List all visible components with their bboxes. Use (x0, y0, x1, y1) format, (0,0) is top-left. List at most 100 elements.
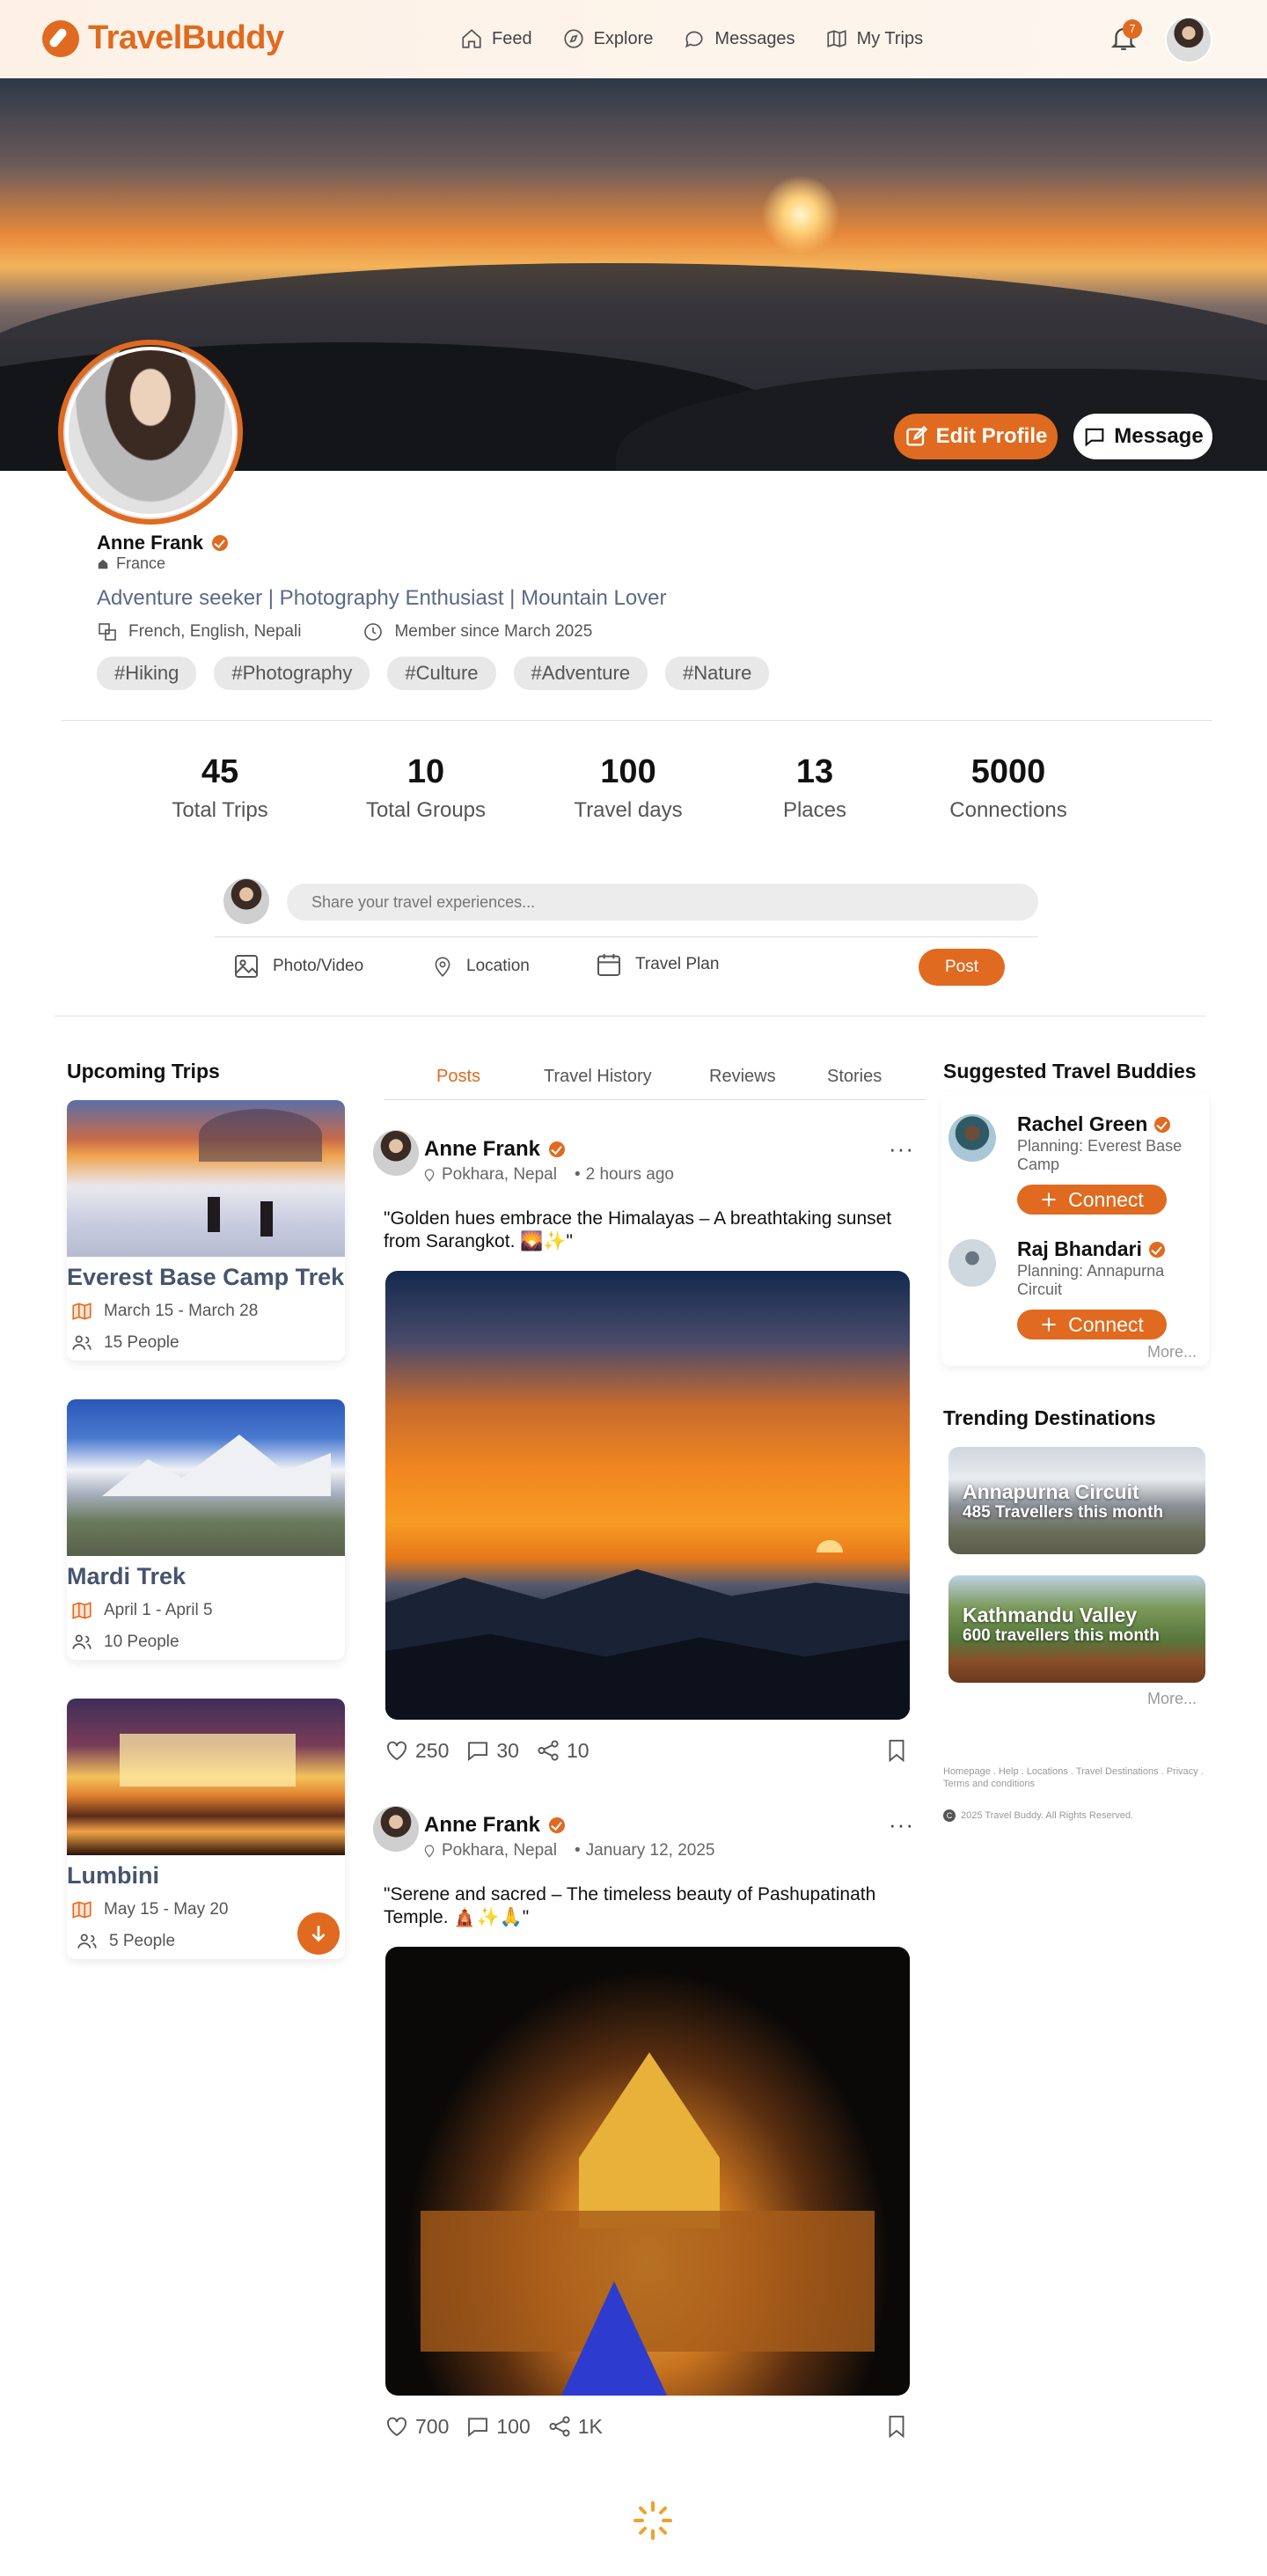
chat-icon (685, 31, 703, 48)
feed-tabs: Posts Travel History Reviews Stories (384, 1061, 926, 1100)
post-author[interactable]: Anne Frank (424, 1813, 566, 1838)
trip-card[interactable]: Everest Base Camp Trek March 15 - March … (67, 1100, 345, 1361)
interest-tags: #Hiking #Photography #Culture #Adventure… (97, 657, 770, 690)
verified-icon (1148, 1241, 1165, 1258)
interest-tag[interactable]: #Hiking (97, 657, 197, 690)
user-avatar[interactable] (1165, 16, 1212, 63)
loading-spinner-icon (634, 2501, 672, 2540)
divider (62, 720, 1212, 721)
heart-icon (387, 1741, 406, 1761)
stat-value: 5000 (970, 753, 1046, 790)
edit-icon (905, 425, 927, 446)
connect-label: Connect (1068, 1312, 1144, 1336)
map-icon (72, 1602, 92, 1619)
tab-travel-history[interactable]: Travel History (544, 1067, 652, 1087)
verified-icon (549, 1817, 566, 1833)
connect-button[interactable]: Connect (1017, 1185, 1167, 1215)
connect-button[interactable]: Connect (1017, 1310, 1167, 1339)
profile-picture[interactable] (58, 340, 243, 525)
profile-name-text: Anne Frank (97, 532, 204, 554)
nav-feed-label: Feed (492, 28, 532, 48)
nav-feed[interactable]: Feed (460, 23, 532, 55)
interest-tag[interactable]: #Nature (665, 657, 770, 690)
plus-icon (1042, 1317, 1056, 1332)
share-button[interactable]: 10 (535, 1737, 590, 1764)
brand-logo[interactable]: TravelBuddy (42, 19, 284, 57)
verified-icon (1154, 1116, 1171, 1133)
comment-count: 100 (496, 2414, 531, 2438)
trip-dates-text: March 15 - March 28 (104, 1302, 259, 1320)
like-button[interactable]: 250 (384, 1737, 449, 1764)
tab-stories[interactable]: Stories (827, 1067, 882, 1087)
post-avatar[interactable] (373, 1806, 419, 1852)
like-button[interactable]: 700 (384, 2413, 449, 2440)
location-button[interactable]: Location (431, 952, 530, 980)
photo-video-button[interactable]: Photo/Video (232, 952, 363, 980)
nav-explore[interactable]: Explore (562, 23, 653, 55)
footer-links[interactable]: Homepage . Help . Locations . Travel Des… (943, 1765, 1207, 1790)
tab-posts[interactable]: Posts (436, 1067, 480, 1087)
destination-card[interactable]: Annapurna Circuit 485 Travellers this mo… (948, 1447, 1205, 1554)
stat-total-groups: 10 Total Groups (355, 753, 496, 823)
buddy-avatar[interactable] (948, 1239, 996, 1287)
share-count: 10 (566, 1738, 590, 1762)
nav-messages-label: Messages (714, 28, 795, 48)
buddies-more-link[interactable]: More... (1147, 1343, 1197, 1361)
map-icon (72, 1901, 92, 1919)
scroll-down-button[interactable] (297, 1912, 340, 1955)
trip-name: Everest Base Camp Trek (67, 1264, 345, 1290)
post-author-name: Anne Frank (424, 1137, 541, 1161)
travel-plan-label: Travel Plan (635, 955, 720, 973)
trip-card[interactable]: Mardi Trek April 1 - April 5 10 People (67, 1399, 345, 1660)
arrow-down-icon (311, 1926, 326, 1942)
bookmark-icon[interactable] (883, 2413, 910, 2440)
post-meta: Pokhara, Nepal • January 12, 2025 (422, 1841, 714, 1860)
chat-icon (1085, 428, 1104, 447)
post-author-name: Anne Frank (424, 1813, 541, 1837)
buddy-avatar[interactable] (948, 1114, 996, 1162)
interest-tag[interactable]: #Culture (387, 657, 496, 690)
suggested-buddies-card: Rachel Green Planning: Everest Base Camp… (941, 1091, 1209, 1366)
location-pin-icon (424, 1169, 435, 1182)
edit-profile-button[interactable]: Edit Profile (894, 414, 1058, 459)
post-avatar[interactable] (373, 1130, 419, 1176)
post-composer-input[interactable] (287, 884, 1038, 921)
nav-messages[interactable]: Messages (683, 23, 795, 55)
stat-value: 13 (795, 753, 834, 790)
composer-avatar (223, 878, 269, 924)
nav-my-trips[interactable]: My Trips (825, 23, 923, 55)
share-count: 1K (577, 2414, 603, 2438)
copyright-icon: C (943, 1809, 956, 1822)
stat-label: Total Groups (365, 798, 487, 822)
tab-reviews[interactable]: Reviews (709, 1067, 776, 1087)
bookmark-icon[interactable] (883, 1737, 910, 1764)
trip-name: Lumbini (67, 1862, 159, 1889)
travel-plan-button[interactable]: Travel Plan (595, 950, 719, 979)
post-author[interactable]: Anne Frank (424, 1137, 566, 1162)
profile-languages: French, English, Nepali (97, 621, 301, 642)
copyright-text: 2025 Travel Buddy. All Rights Reserved. (961, 1810, 1134, 1821)
location-pin-icon (435, 957, 450, 977)
post-button[interactable]: Post (919, 949, 1005, 986)
people-icon (77, 1934, 97, 1949)
destination-card[interactable]: Kathmandu Valley 600 travellers this mon… (948, 1575, 1205, 1683)
interest-tag[interactable]: #Photography (214, 657, 370, 690)
trip-dates: April 1 - April 5 (67, 1599, 345, 1622)
comment-button[interactable]: 30 (465, 1737, 519, 1764)
interest-tag[interactable]: #Adventure (513, 657, 648, 690)
post-image[interactable] (385, 1271, 910, 1720)
stat-value: 10 (406, 753, 445, 790)
share-button[interactable]: 1K (546, 2413, 603, 2440)
buddy-name[interactable]: Rachel Green (1017, 1112, 1171, 1136)
compass-logo-icon (42, 19, 79, 57)
post-more-icon[interactable]: ··· (889, 1811, 914, 1838)
post-more-icon[interactable]: ··· (889, 1135, 914, 1163)
post-image[interactable] (385, 1947, 910, 2396)
message-button[interactable]: Message (1073, 414, 1212, 459)
trending-more-link[interactable]: More... (1147, 1690, 1197, 1708)
share-icon (549, 2416, 570, 2437)
comment-button[interactable]: 100 (465, 2413, 531, 2440)
post-location: Pokhara, Nepal (442, 1165, 557, 1184)
footer-copyright: C 2025 Travel Buddy. All Rights Reserved… (943, 1809, 1133, 1822)
buddy-name[interactable]: Raj Bhandari (1017, 1237, 1165, 1261)
